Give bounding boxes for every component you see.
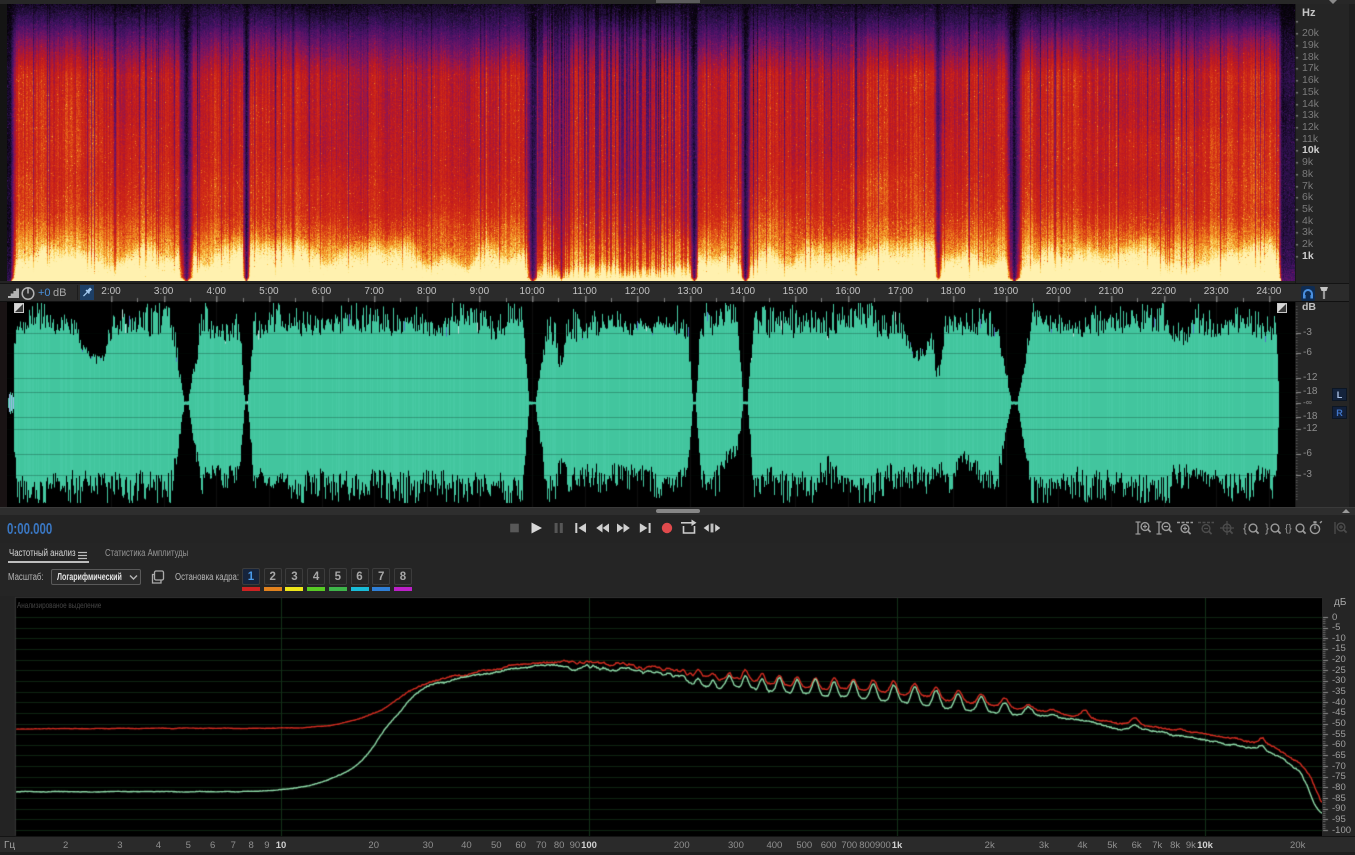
svg-text:{}: {}	[1285, 524, 1292, 535]
svg-text:{: {	[1243, 521, 1247, 535]
svg-text:}: }	[1265, 521, 1269, 535]
